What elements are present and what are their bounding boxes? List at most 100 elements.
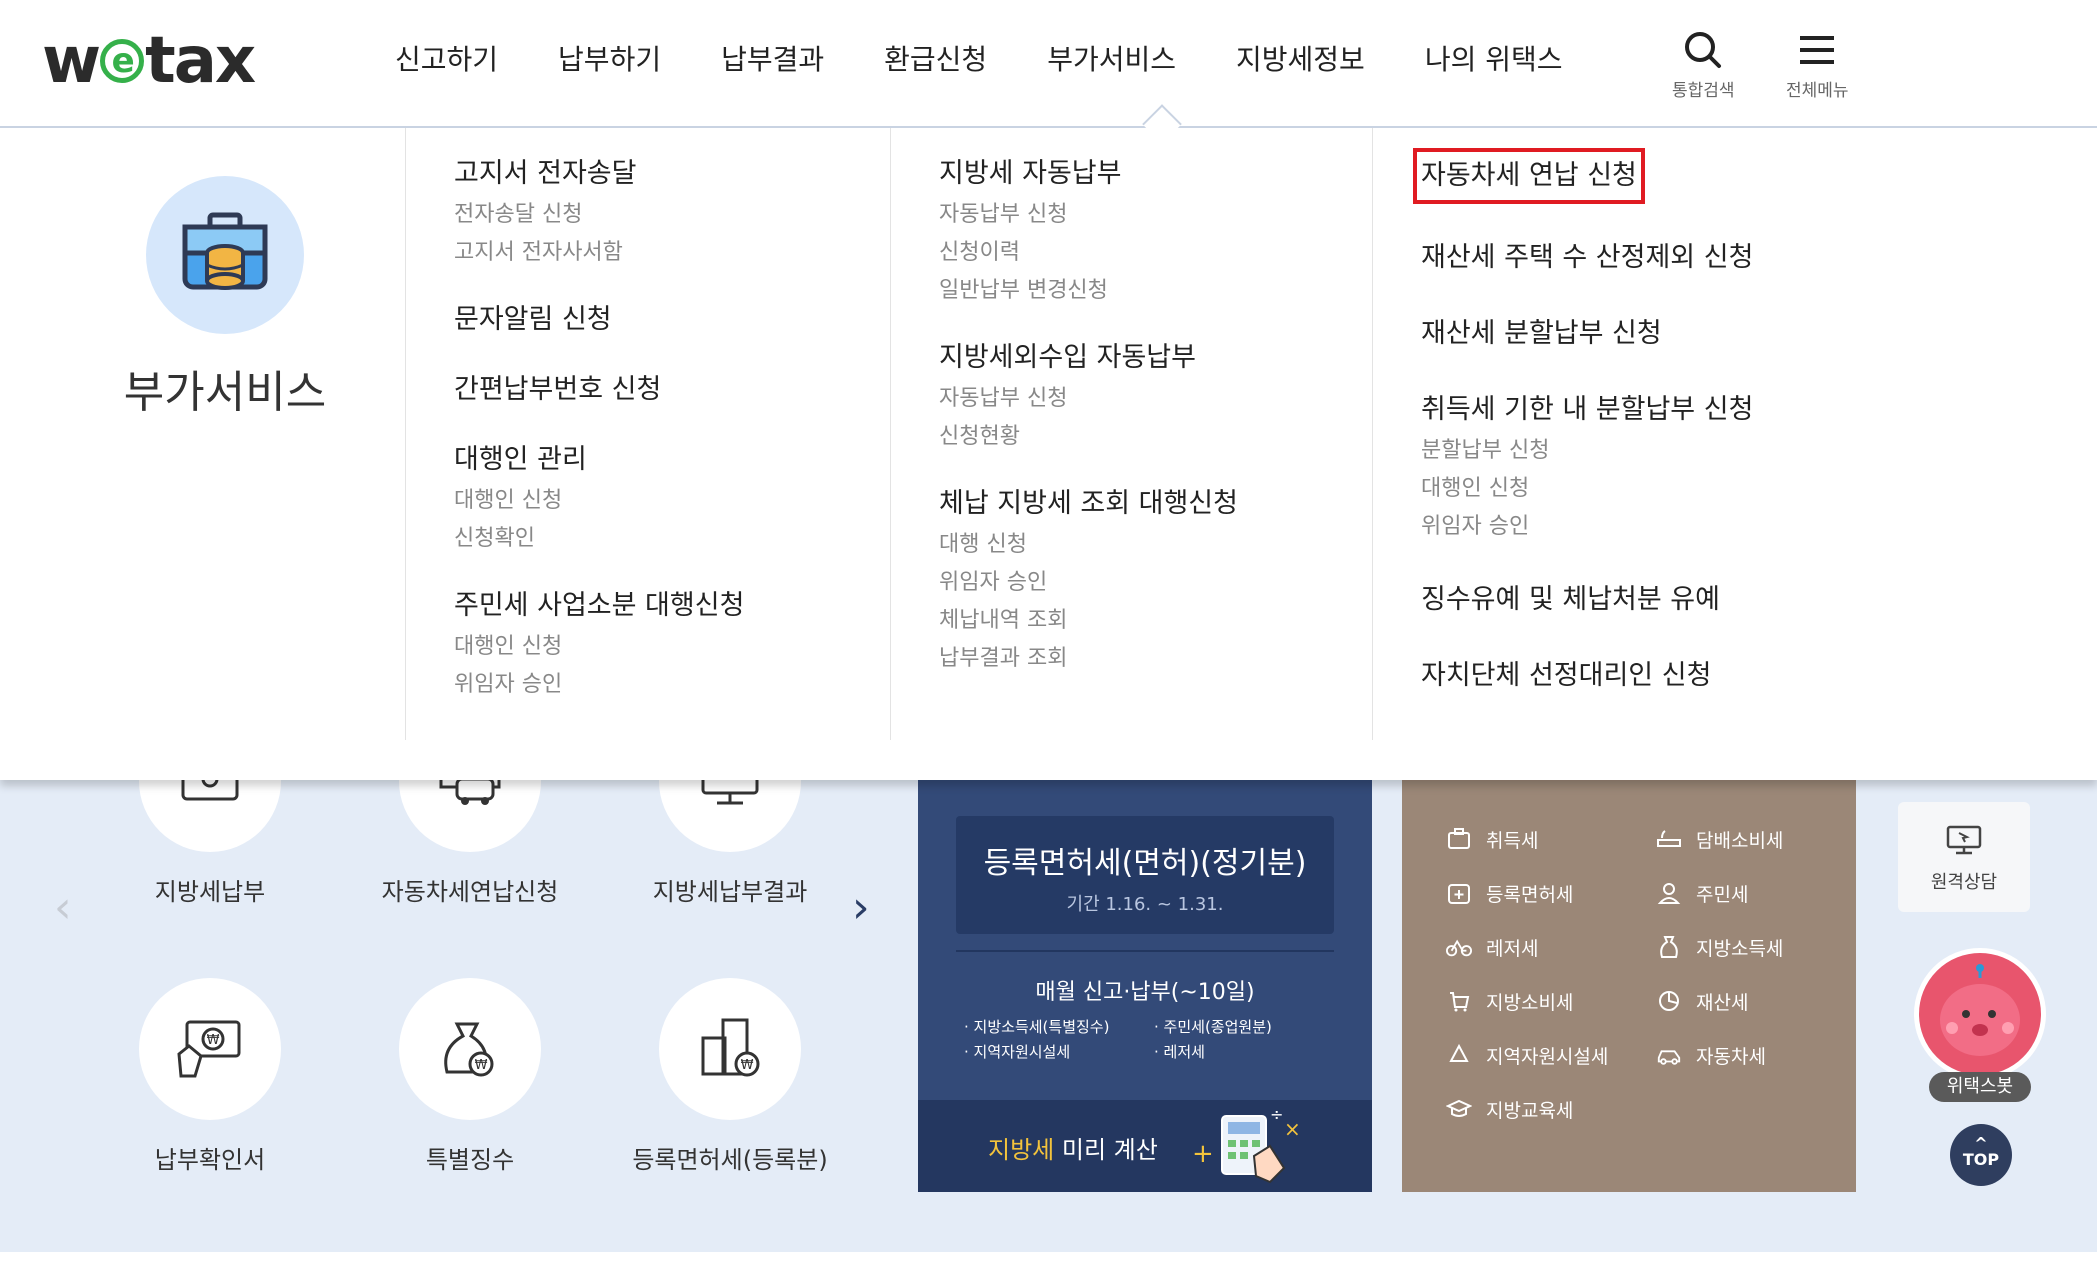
- logo-text-e: e: [100, 39, 145, 83]
- notice-period: 기간 1.16. ~ 1.31.: [1066, 894, 1224, 915]
- monthly-tax-item: · 지역자원시설세: [964, 1043, 1071, 1061]
- menu-e-delivery[interactable]: 고지서 전자송달: [454, 152, 890, 196]
- nav-item-local-tax-info[interactable]: 지방세정보: [1236, 30, 1365, 90]
- submenu-delegator-approval[interactable]: 위임자 승인: [454, 666, 890, 704]
- menu-group: 대행인 관리 대행인 신청 신청확인: [454, 438, 890, 558]
- submenu-e-mailbox[interactable]: 고지서 전자사서함: [454, 234, 890, 272]
- current-tax-notice[interactable]: 등록면허세(면허)(정기분) 기간 1.16. ~ 1.31.: [956, 816, 1334, 934]
- carousel-prev-icon[interactable]: ‹: [54, 882, 72, 933]
- scroll-top-button[interactable]: ^ TOP: [1950, 1124, 2012, 1186]
- service-car-tax-annual[interactable]: 자동차세연납신청: [350, 780, 590, 907]
- all-menu-button[interactable]: 전체메뉴: [1786, 28, 1849, 101]
- monthly-tax-item: · 지방소득세(특별징수): [964, 1018, 1110, 1036]
- submenu-change-to-normal[interactable]: 일반납부 변경신청: [939, 272, 1372, 310]
- submenu-auto-pay-apply[interactable]: 자동납부 신청: [939, 380, 1372, 418]
- submenu-delegator-approval[interactable]: 위임자 승인: [939, 564, 1372, 602]
- menu-group: 지방세 자동납부 자동납부 신청 신청이력 일반납부 변경신청: [939, 152, 1372, 310]
- monitor-icon: [1898, 824, 2030, 860]
- service-local-tax-payment-result[interactable]: 지방세납부결과: [610, 780, 850, 907]
- submenu-agent-apply[interactable]: 대행인 신청: [1421, 470, 1932, 508]
- submenu-apply-history[interactable]: 신청이력: [939, 234, 1372, 272]
- menu-resident-tax-agent[interactable]: 주민세 사업소분 대행신청: [454, 584, 890, 628]
- tax-local-income[interactable]: 지방소득세: [1656, 932, 1846, 962]
- menu-property-tax-house-exclusion[interactable]: 재산세 주택 수 산정제외 신청: [1421, 236, 1932, 280]
- tax-label: 주민세: [1696, 883, 1749, 906]
- notice-title: 등록면허세(면허)(정기분): [983, 846, 1307, 881]
- tax-resident[interactable]: 주민세: [1656, 878, 1846, 908]
- chatbot-icon[interactable]: [1914, 948, 2046, 1080]
- submenu-apply-status[interactable]: 신청현황: [939, 418, 1372, 456]
- tax-property[interactable]: 재산세: [1656, 986, 1846, 1016]
- submenu-installment-apply[interactable]: 분할납부 신청: [1421, 432, 1932, 470]
- menu-car-tax-annual-payment[interactable]: 자동차세 연납 신청: [1413, 148, 1645, 204]
- wetax-logo[interactable]: w e tax: [42, 26, 256, 96]
- service-registration-tax[interactable]: ₩ 등록면허세(등록분): [610, 978, 850, 1175]
- tax-label: 자동차세: [1696, 1045, 1766, 1068]
- tax-local-education[interactable]: 지방교육세: [1446, 1094, 1656, 1124]
- chatbot-label[interactable]: 위택스봇: [1929, 1072, 2031, 1102]
- plus-box-icon: [1446, 880, 1472, 906]
- nav-item-payment[interactable]: 납부하기: [558, 30, 661, 90]
- nav-item-refund[interactable]: 환급신청: [884, 30, 987, 90]
- submenu-agent-apply[interactable]: 대행 신청: [939, 526, 1372, 564]
- submenu-apply-check[interactable]: 신청확인: [454, 520, 890, 558]
- building-icon: ₩: [659, 978, 801, 1120]
- menu-simple-payment-number[interactable]: 간편납부번호 신청: [454, 368, 890, 412]
- nav-item-payment-result[interactable]: 납부결과: [721, 30, 824, 90]
- nav-item-report[interactable]: 신고하기: [395, 30, 498, 90]
- menu-collection-deferment[interactable]: 징수유예 및 체납처분 유예: [1421, 578, 1932, 622]
- top-label: TOP: [1962, 1150, 2000, 1169]
- menu-local-gov-agent[interactable]: 자치단체 선정대리인 신청: [1421, 654, 1932, 698]
- tax-calculator-label: 지방세 미리 계산: [988, 1130, 1158, 1165]
- menu-sms-alert[interactable]: 문자알림 신청: [454, 298, 890, 342]
- menu-group: 주민세 사업소분 대행신청 대행인 신청 위임자 승인: [454, 584, 890, 704]
- svg-text:₩: ₩: [207, 1033, 220, 1048]
- menu-property-tax-installment[interactable]: 재산세 분할납부 신청: [1421, 312, 1932, 356]
- submenu-auto-pay-apply[interactable]: 자동납부 신청: [939, 196, 1372, 234]
- service-payment-certificate[interactable]: ₩ 납부확인서: [90, 978, 330, 1175]
- submenu-payment-result-inquiry[interactable]: 납부결과 조회: [939, 640, 1372, 678]
- tax-leisure[interactable]: 레저세: [1446, 932, 1656, 962]
- svg-text:₩: ₩: [475, 1058, 488, 1073]
- person-icon: [1656, 880, 1682, 906]
- money-bag-icon: ₩: [399, 978, 541, 1120]
- submenu-delegator-approval[interactable]: 위임자 승인: [1421, 508, 1932, 546]
- menu-delinquent-inquiry-agent[interactable]: 체납 지방세 조회 대행신청: [939, 482, 1372, 526]
- tax-local-consumption[interactable]: 지방소비세: [1446, 986, 1656, 1016]
- tax-calculator-link[interactable]: 지방세 미리 계산 + × ÷: [918, 1100, 1372, 1192]
- monthly-tax-item: · 레저세: [1154, 1043, 1205, 1061]
- tax-registration-license[interactable]: 등록면허세: [1446, 878, 1656, 908]
- submenu-agent-apply[interactable]: 대행인 신청: [454, 482, 890, 520]
- tax-acquisition[interactable]: 취득세: [1446, 824, 1656, 854]
- tax-regional-resource-facility[interactable]: 지역자원시설세: [1446, 1040, 1656, 1070]
- tax-tobacco-consumption[interactable]: 담배소비세: [1656, 824, 1846, 854]
- submenu-e-delivery-apply[interactable]: 전자송달 신청: [454, 196, 890, 234]
- service-label: 납부확인서: [154, 1146, 266, 1174]
- service-special-collection[interactable]: ₩ 특별징수: [350, 978, 590, 1175]
- menu-group: 체납 지방세 조회 대행신청 대행 신청 위임자 승인 체납내역 조회 납부결과…: [939, 482, 1372, 678]
- monthly-tax-item-label: 지방소득세(특별징수): [973, 1018, 1110, 1036]
- tax-automobile[interactable]: 자동차세: [1656, 1040, 1846, 1070]
- nav-item-additional-services[interactable]: 부가서비스: [1047, 30, 1176, 90]
- mega-menu: 부가서비스 고지서 전자송달 전자송달 신청 고지서 전자사서함 문자알림 신청…: [0, 128, 2097, 780]
- all-menu-label: 전체메뉴: [1786, 81, 1849, 101]
- menu-group: 자동차세 연납 신청: [1413, 148, 1932, 204]
- submenu-agent-apply[interactable]: 대행인 신청: [454, 628, 890, 666]
- service-label: 지방세납부결과: [652, 878, 808, 906]
- search-button[interactable]: 통합검색: [1672, 28, 1735, 101]
- carousel-next-icon[interactable]: ›: [852, 882, 870, 933]
- bicycle-icon: [1446, 934, 1472, 960]
- mega-menu-side: 부가서비스: [0, 128, 405, 780]
- menu-local-tax-auto-pay[interactable]: 지방세 자동납부: [939, 152, 1372, 196]
- service-local-tax-payment[interactable]: 지방세납부: [90, 780, 330, 907]
- tax-label: 지방소비세: [1486, 991, 1574, 1014]
- menu-non-tax-auto-pay[interactable]: 지방세외수입 자동납부: [939, 336, 1372, 380]
- submenu-delinquency-inquiry[interactable]: 체납내역 조회: [939, 602, 1372, 640]
- menu-group: 문자알림 신청: [454, 298, 890, 342]
- tax-schedule-panel: 등록면허세(면허)(정기분) 기간 1.16. ~ 1.31. 매월 신고·납부…: [918, 780, 1372, 1192]
- menu-agent-management[interactable]: 대행인 관리: [454, 438, 890, 482]
- pie-chart-icon: [1656, 988, 1682, 1014]
- menu-acquisition-tax-installment[interactable]: 취득세 기한 내 분할납부 신청: [1421, 388, 1932, 432]
- nav-item-my-wetax[interactable]: 나의 위택스: [1425, 30, 1563, 90]
- remote-consultation-button[interactable]: 원격상담: [1898, 802, 2030, 912]
